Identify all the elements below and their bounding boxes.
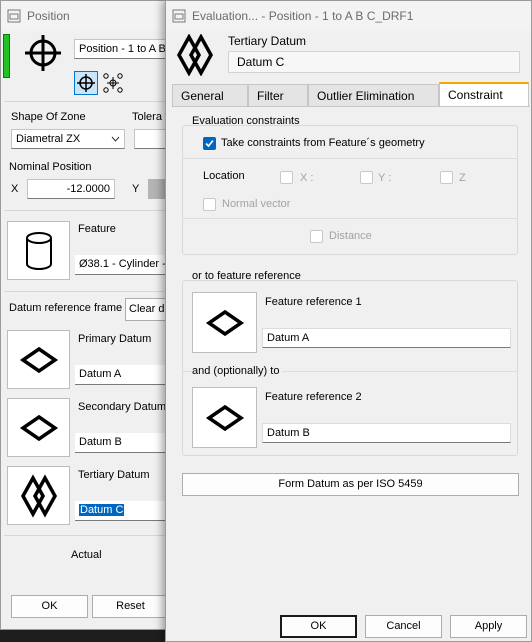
- chevron-down-icon: [111, 136, 120, 142]
- nominal-position-label: Nominal Position: [9, 161, 92, 173]
- take-constraints-label: Take constraints from Feature´s geometry: [221, 137, 425, 149]
- primary-datum-input[interactable]: Datum A: [75, 365, 173, 385]
- divider: [4, 535, 170, 536]
- nominal-x-value: -12.0000: [66, 183, 110, 195]
- position-symbol-icon: [25, 35, 61, 71]
- nominal-x-input[interactable]: -12.0000: [27, 179, 115, 199]
- pattern-icon: [103, 73, 123, 93]
- normal-vector-label: Normal vector: [222, 198, 291, 210]
- feature-ref1-input[interactable]: Datum A: [262, 328, 511, 348]
- y-label: Y: [132, 183, 140, 195]
- tertiary-datum-value: Datum C: [79, 504, 125, 516]
- evaluation-dialog: Evaluation... - Position - 1 to A B C_DR…: [165, 0, 532, 642]
- tertiary-datum-label: Tertiary Datum: [78, 469, 150, 481]
- position-mode-button[interactable]: [74, 71, 98, 95]
- distance-checkbox[interactable]: [310, 230, 323, 243]
- pattern-mode-button[interactable]: [101, 71, 125, 95]
- tolerance-label: Tolera: [132, 111, 162, 123]
- primary-datum-icon-box: [7, 330, 70, 389]
- location-label: Location: [203, 170, 245, 182]
- diamond-icon: [19, 346, 58, 373]
- dialog-header-label: Tertiary Datum: [228, 34, 307, 48]
- divider: [4, 101, 170, 102]
- dialog-ok-button[interactable]: OK: [280, 615, 357, 638]
- double-diamond-icon: [20, 473, 57, 518]
- tab-outlier-elimination[interactable]: Outlier Elimination: [308, 84, 439, 107]
- position-ok-button[interactable]: OK: [11, 595, 88, 618]
- divider: [183, 158, 517, 159]
- divider: [4, 210, 170, 211]
- tertiary-datum-icon-box: [7, 466, 70, 525]
- shape-of-zone-value: Diametral ZX: [16, 133, 81, 145]
- take-constraints-checkbox[interactable]: [203, 137, 216, 150]
- secondary-datum-input[interactable]: Datum B: [75, 433, 173, 453]
- feature-icon-box: [7, 221, 70, 280]
- secondary-datum-label: Secondary Datum: [78, 401, 167, 413]
- and-optionally-title: and (optionally) to: [192, 365, 283, 377]
- checkmark-icon: [205, 139, 214, 148]
- location-x-checkbox[interactable]: [280, 171, 293, 184]
- tab-constraint[interactable]: Constraint: [439, 82, 529, 107]
- normal-vector-checkbox[interactable]: [203, 198, 216, 211]
- datum-reference-frame-label: Datum reference frame: [9, 302, 123, 314]
- secondary-datum-icon-box: [7, 398, 70, 457]
- crosshair-icon: [77, 74, 95, 92]
- app-icon: [7, 9, 21, 23]
- primary-datum-label: Primary Datum: [78, 333, 152, 345]
- position-window: Position Position - 1 to A B Shape Of Zo…: [0, 0, 175, 630]
- diamond-icon: [205, 404, 244, 431]
- dialog-header-value: Datum C: [228, 51, 520, 73]
- location-x-label: X :: [300, 172, 314, 184]
- double-diamond-icon: [176, 34, 214, 76]
- location-y-checkbox[interactable]: [360, 171, 373, 184]
- cylinder-icon: [25, 231, 52, 270]
- dialog-apply-button[interactable]: Apply: [450, 615, 527, 638]
- position-title: Position: [27, 9, 70, 23]
- diamond-icon: [19, 414, 58, 441]
- divider: [4, 291, 170, 292]
- tab-general[interactable]: General: [172, 84, 248, 107]
- feature-input[interactable]: Ø38.1 - Cylinder -: [75, 255, 173, 275]
- feature-ref1-label: Feature reference 1: [265, 296, 362, 308]
- diamond-icon: [205, 309, 244, 336]
- location-y-label: Y :: [378, 172, 392, 184]
- position-titlebar: Position: [1, 1, 172, 31]
- app-icon: [172, 9, 186, 23]
- divider: [183, 218, 517, 219]
- shape-of-zone-select[interactable]: Diametral ZX: [11, 129, 125, 149]
- distance-label: Distance: [329, 230, 372, 242]
- status-indicator: [3, 34, 10, 78]
- shape-of-zone-label: Shape Of Zone: [11, 111, 86, 123]
- location-z-checkbox[interactable]: [440, 171, 453, 184]
- dialog-cancel-button[interactable]: Cancel: [365, 615, 442, 638]
- tertiary-datum-input[interactable]: Datum C: [75, 501, 173, 521]
- form-datum-button[interactable]: Form Datum as per ISO 5459: [182, 473, 519, 496]
- position-reset-button[interactable]: Reset: [92, 595, 169, 618]
- feature-ref2-label: Feature reference 2: [265, 391, 362, 403]
- evaluation-title: Evaluation... - Position - 1 to A B C_DR…: [192, 9, 414, 23]
- feature-label: Feature: [78, 223, 116, 235]
- x-label: X: [11, 183, 19, 195]
- actual-label: Actual: [71, 549, 102, 561]
- feature-ref1-icon-box: [192, 292, 257, 353]
- feature-ref2-input[interactable]: Datum B: [262, 423, 511, 443]
- location-z-label: Z: [459, 172, 466, 184]
- feature-ref2-icon-box: [192, 387, 257, 448]
- evaluation-titlebar: Evaluation... - Position - 1 to A B C_DR…: [166, 1, 531, 31]
- tab-filter[interactable]: Filter: [248, 84, 308, 107]
- characteristic-name-input[interactable]: Position - 1 to A B: [74, 39, 174, 59]
